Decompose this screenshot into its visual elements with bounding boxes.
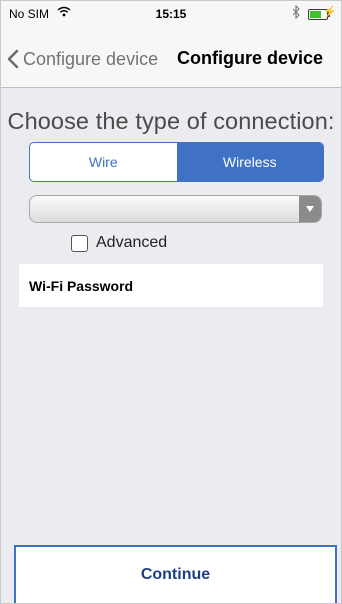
back-button[interactable]: Configure device — [7, 46, 158, 72]
bluetooth-icon — [292, 4, 301, 22]
wifi-password-label: Wi-Fi Password — [29, 277, 134, 294]
advanced-checkbox[interactable] — [71, 234, 88, 252]
navigation-bar: Configure device Configure device — [1, 27, 341, 88]
app-screen: No SIM 15:15 ⚡ Configure device Configur… — [0, 0, 342, 604]
status-bar: No SIM 15:15 ⚡ — [1, 1, 341, 27]
segment-wire[interactable]: Wire — [30, 143, 177, 181]
wifi-password-field[interactable]: Wi-Fi Password — [19, 264, 323, 307]
chevron-left-icon — [7, 49, 19, 69]
connection-type-control: Wire Wireless — [29, 142, 324, 182]
continue-button[interactable]: Continue — [14, 545, 337, 603]
back-button-label: Configure device — [23, 48, 159, 69]
clock: 15:15 — [155, 7, 187, 21]
connection-heading: Choose the type of connection: — [7, 108, 335, 134]
advanced-option[interactable]: Advanced — [71, 234, 167, 252]
advanced-label: Advanced — [96, 234, 168, 251]
dropdown-arrow-icon[interactable] — [299, 196, 321, 222]
charging-bolt-icon: ⚡ — [323, 6, 337, 18]
network-picker[interactable] — [29, 195, 322, 223]
page-title: Configure device — [177, 48, 324, 68]
segment-wireless[interactable]: Wireless — [176, 143, 323, 181]
